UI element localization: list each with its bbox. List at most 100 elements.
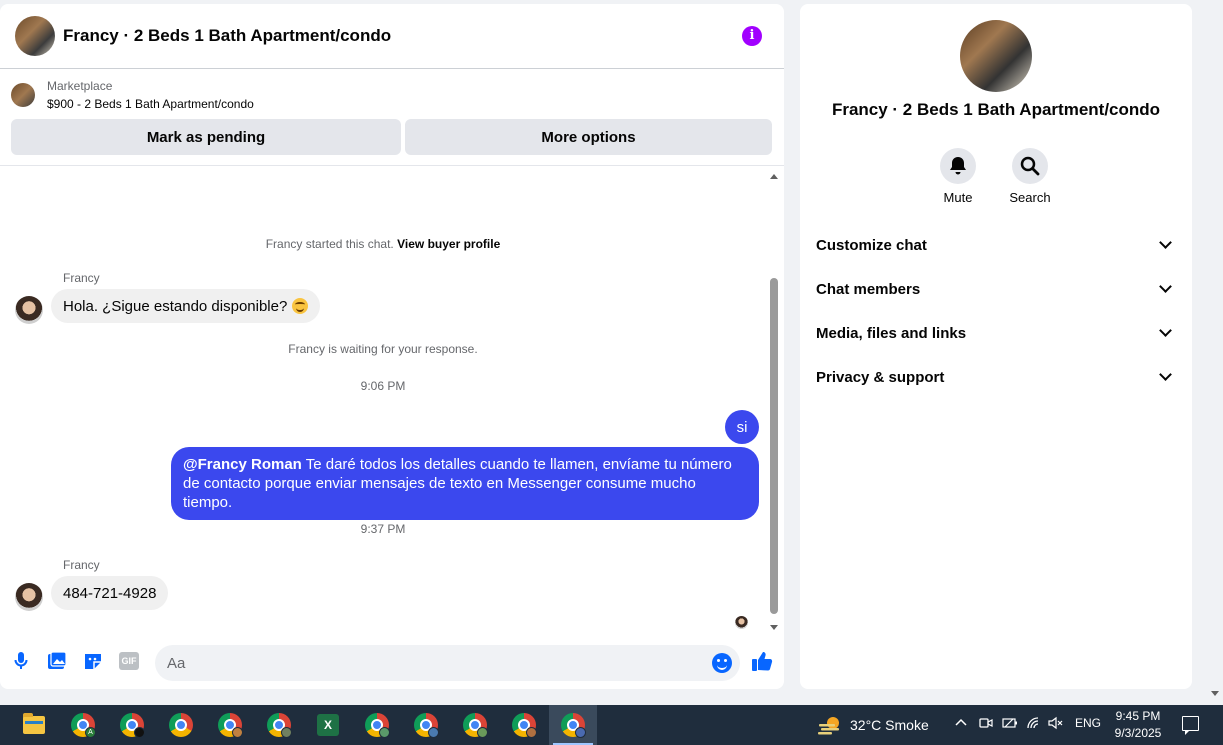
chrome-profile-icon[interactable] [108, 705, 156, 745]
weather-smoke-icon[interactable] [817, 715, 843, 735]
message-sender: Francy [63, 271, 100, 285]
section-privacy-support[interactable]: Privacy & support [800, 355, 1192, 399]
profile-badge [477, 727, 488, 738]
thumbs-up-icon[interactable] [751, 650, 773, 672]
more-options-button[interactable]: More options [405, 119, 772, 155]
profile-badge [575, 727, 586, 738]
chevron-down-icon [1159, 324, 1172, 337]
microphone-icon[interactable] [10, 650, 32, 672]
profile-badge [526, 727, 537, 738]
mention[interactable]: @Francy Roman [183, 456, 302, 473]
message-scrollbar[interactable] [766, 174, 782, 630]
photo-icon[interactable] [46, 650, 68, 672]
battery-icon[interactable] [1002, 716, 1018, 733]
chrome-profile-icon[interactable] [402, 705, 450, 745]
section-chat-members[interactable]: Chat members [800, 267, 1192, 311]
system-message-text: Francy started this chat. [265, 237, 394, 251]
profile-badge [134, 727, 145, 738]
timestamp: 9:37 PM [360, 522, 406, 536]
message-text: si [736, 418, 748, 436]
section-label: Media, files and links [816, 324, 967, 342]
bell-icon[interactable] [940, 148, 976, 184]
gif-label: GIF [119, 652, 139, 670]
chat-header: Francy · 2 Beds 1 Bath Apartment/condo i [0, 4, 784, 69]
weather-text[interactable]: 32°C Smoke [850, 717, 929, 733]
details-avatar[interactable] [960, 20, 1032, 92]
chevron-down-icon [1159, 280, 1172, 293]
profile-badge [428, 727, 439, 738]
sticker-icon[interactable] [82, 650, 104, 672]
sender-avatar[interactable] [15, 296, 43, 324]
conversation-title[interactable]: Francy · 2 Beds 1 Bath Apartment/condo [63, 26, 391, 46]
scroll-down-arrow-icon[interactable] [770, 625, 778, 630]
info-icon[interactable]: i [742, 26, 762, 46]
excel-letter: X [317, 714, 339, 736]
mute-button[interactable]: Mute [928, 148, 988, 205]
profile-badge [281, 727, 292, 738]
section-customize-chat[interactable]: Customize chat [800, 223, 1192, 267]
mute-label: Mute [943, 190, 973, 205]
show-hidden-icons-chevron-up-icon[interactable] [955, 716, 967, 730]
excel-icon[interactable]: X [304, 705, 352, 745]
chrome-icon[interactable] [157, 705, 205, 745]
incoming-message[interactable]: Hola. ¿Sigue estando disponible? [51, 289, 321, 323]
outgoing-message[interactable]: si [725, 410, 759, 444]
windows-taskbar: A X 32°C Smoke ENG 9:45 PM 9/3/2025 [0, 705, 1223, 745]
view-buyer-profile-link[interactable]: View buyer profile [397, 237, 500, 251]
clock-date[interactable]: 9/3/2025 [1110, 726, 1166, 740]
conversation-avatar[interactable] [15, 16, 55, 56]
language-indicator[interactable]: ENG [1075, 716, 1101, 730]
chrome-profile-icon[interactable] [206, 705, 254, 745]
read-receipt-avatar [735, 616, 748, 629]
chat-panel: Francy · 2 Beds 1 Bath Apartment/condo i… [0, 4, 784, 689]
message-input[interactable] [155, 645, 740, 681]
chrome-profile-active-icon[interactable] [549, 705, 597, 745]
network-icon[interactable] [1026, 716, 1042, 733]
timestamp: 9:06 PM [360, 379, 406, 393]
waiting-notice: Francy is waiting for your response. [288, 342, 478, 356]
clock-time[interactable]: 9:45 PM [1110, 709, 1166, 723]
search-icon[interactable] [1012, 148, 1048, 184]
scrollbar-thumb[interactable] [770, 278, 778, 614]
chevron-down-icon [1159, 368, 1172, 381]
outgoing-message[interactable]: @Francy Roman Te daré todos los detalles… [171, 447, 759, 520]
meet-now-icon[interactable] [979, 716, 993, 733]
marketplace-banner: Marketplace $900 - 2 Beds 1 Bath Apartme… [0, 70, 784, 166]
message-text: 484-721-4928 [63, 584, 157, 602]
conversation-details-panel: Francy · 2 Beds 1 Bath Apartment/condo M… [800, 4, 1192, 689]
listing-title[interactable]: $900 - 2 Beds 1 Bath Apartment/condo [47, 97, 254, 111]
chrome-profile-icon[interactable] [451, 705, 499, 745]
smiling-emoji-icon [292, 298, 309, 314]
emoji-icon[interactable] [712, 653, 732, 673]
profile-badge [379, 727, 390, 738]
message-composer: GIF [0, 637, 784, 689]
scroll-up-arrow-icon[interactable] [770, 174, 778, 179]
gif-icon[interactable]: GIF [118, 650, 140, 672]
notification-center-icon[interactable] [1182, 716, 1199, 735]
section-media-files-links[interactable]: Media, files and links [800, 311, 1192, 355]
marketplace-label: Marketplace [47, 79, 113, 93]
message-sender: Francy [63, 558, 100, 572]
chevron-down-icon [1159, 236, 1172, 249]
search-label: Search [1009, 190, 1051, 205]
section-label: Chat members [816, 280, 921, 298]
chrome-profile-a-icon[interactable]: A [59, 705, 107, 745]
chrome-profile-icon[interactable] [500, 705, 548, 745]
volume-muted-icon[interactable] [1048, 716, 1064, 733]
chrome-profile-icon[interactable] [353, 705, 401, 745]
message-text: Hola. ¿Sigue estando disponible? [63, 297, 288, 315]
incoming-message[interactable]: 484-721-4928 [51, 576, 169, 610]
section-label: Privacy & support [816, 368, 945, 386]
page-scroll-down-arrow-icon[interactable] [1211, 691, 1219, 696]
message-list: Francy started this chat. View buyer pro… [0, 167, 784, 637]
file-explorer-icon[interactable] [10, 705, 58, 745]
search-button[interactable]: Search [1000, 148, 1060, 205]
system-message: Francy started this chat. View buyer pro… [0, 237, 766, 251]
sender-avatar[interactable] [15, 583, 43, 611]
profile-badge: A [85, 727, 96, 738]
details-title: Francy · 2 Beds 1 Bath Apartment/condo [831, 100, 1161, 119]
mark-as-pending-button[interactable]: Mark as pending [11, 119, 401, 155]
listing-thumbnail[interactable] [11, 83, 35, 107]
chrome-profile-icon[interactable] [255, 705, 303, 745]
profile-badge [232, 727, 243, 738]
